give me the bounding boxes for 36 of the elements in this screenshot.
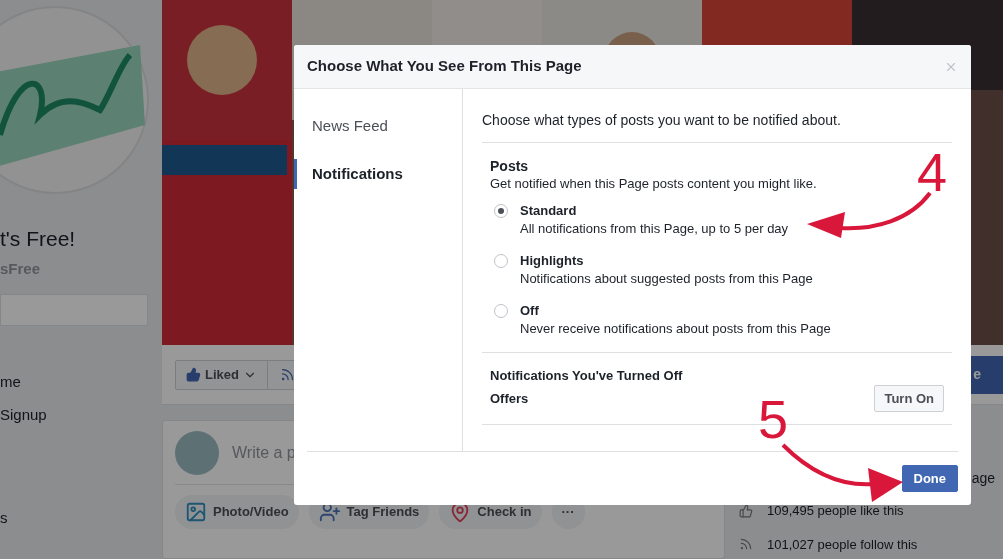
composer-action-button[interactable]: Photo/Video [175, 495, 299, 529]
done-button[interactable]: Done [901, 465, 958, 492]
turned-off-item: Offers [490, 389, 529, 408]
section-subtitle: Get notified when this Page posts content you might like. [490, 175, 818, 193]
avatar [175, 430, 219, 475]
dialog-tab[interactable]: News Feed [294, 111, 462, 141]
dialog-title: Choose What You See From This Page [307, 56, 582, 77]
photo-icon [185, 501, 207, 523]
dialog-tab[interactable]: Notifications [294, 159, 462, 189]
dialog-intro: Choose what types of posts you want to be notified about. [482, 113, 842, 127]
turned-off-title: Notifications You've Turned Off [490, 367, 684, 385]
rss-icon [279, 367, 295, 382]
radio-button[interactable] [494, 204, 508, 218]
radio-button[interactable] [494, 254, 508, 268]
sidebar-link[interactable]: me [0, 374, 162, 389]
section-title: Posts [490, 157, 530, 175]
sidebar-link[interactable]: s [0, 510, 162, 525]
option-description: Notifications about suggested posts from this Page [520, 270, 813, 288]
sidebar-link[interactable]: Signup [0, 407, 162, 422]
option-label: Highlights [520, 252, 585, 270]
about-heading: age [971, 469, 996, 488]
page-stat: 109,495 people like this [767, 502, 904, 520]
thumbs-up-icon [186, 367, 201, 382]
page-stat: 101,027 people follow this [767, 535, 918, 554]
option-description: All notifications from this Page, up to 5 per day [520, 220, 789, 238]
rss-icon [739, 537, 753, 552]
option-label: Off [520, 302, 540, 320]
thumbs-up-icon [739, 503, 753, 518]
liked-button[interactable]: Liked [175, 359, 268, 390]
step-number: 4 [916, 145, 947, 199]
step-number: 5 [758, 392, 789, 446]
turn-on-button[interactable]: Turn On [874, 385, 944, 412]
option-description: Never receive notifications about posts from this Page [520, 320, 831, 338]
option-label: Standard [520, 202, 578, 220]
page-name: t's Free! [0, 228, 77, 249]
radio-button[interactable] [494, 304, 508, 318]
